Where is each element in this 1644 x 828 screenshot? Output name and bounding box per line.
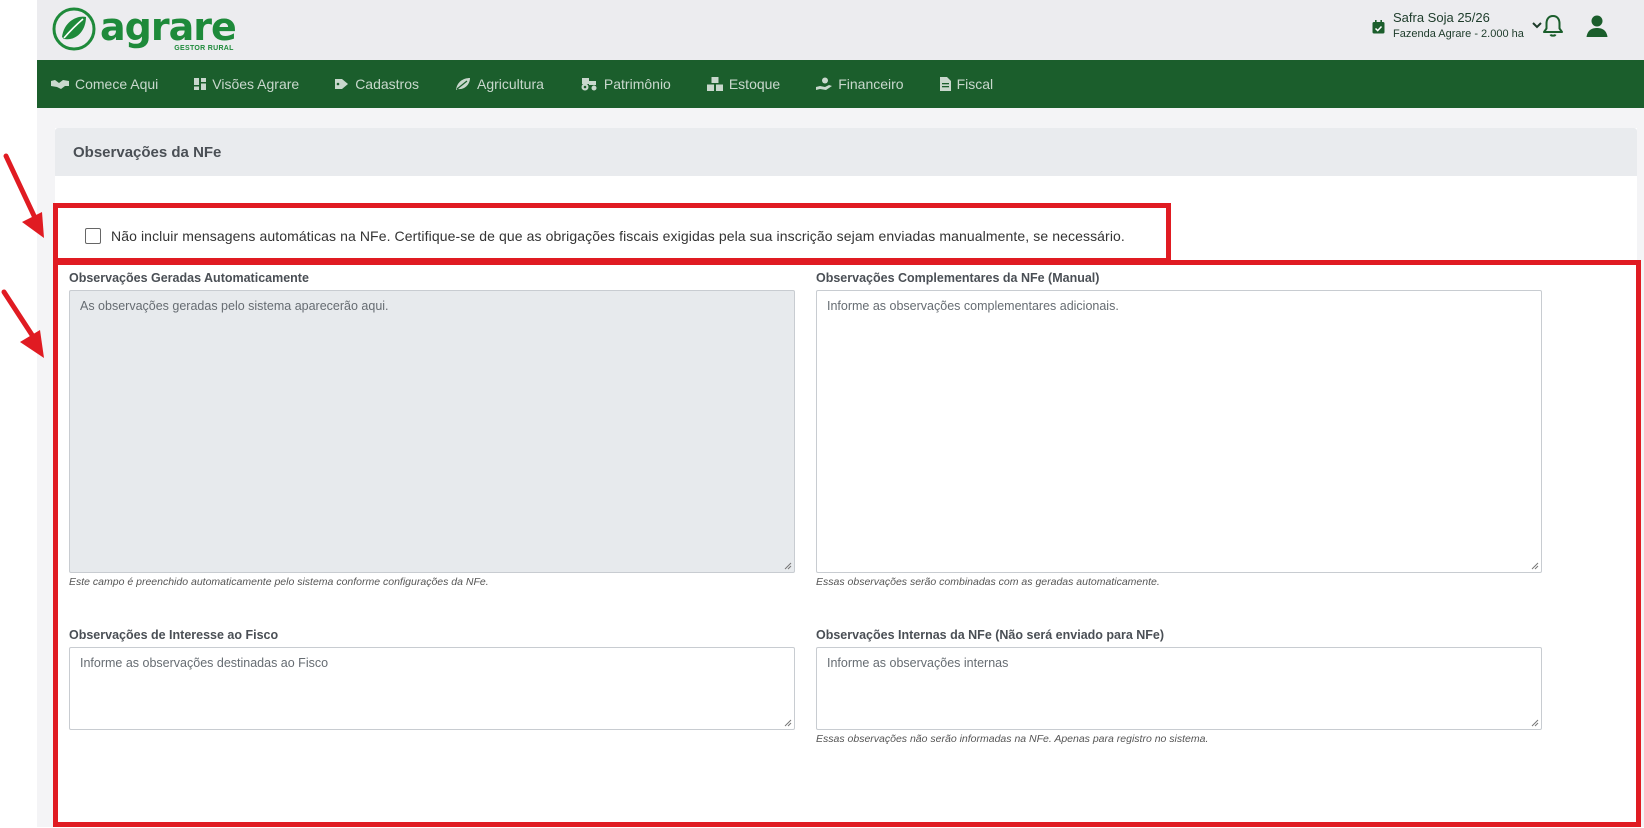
resize-handle-icon[interactable] — [1530, 561, 1539, 570]
auto-observations-textarea: As observações geradas pelo sistema apar… — [69, 290, 795, 573]
logo-word: agrare — [100, 5, 237, 49]
calendar-check-icon — [1372, 20, 1385, 34]
season-name: Safra Soja 25/26 — [1393, 10, 1490, 25]
tag-icon — [335, 79, 349, 89]
resize-handle-icon[interactable] — [1530, 718, 1539, 727]
leaf-icon — [456, 78, 470, 90]
nav-item-comece-aqui[interactable]: Comece Aqui — [51, 76, 158, 92]
card-title: Observações da NFe — [55, 128, 1637, 176]
invoice-icon — [939, 77, 951, 91]
auto-observations-label: Observações Geradas Automaticamente — [69, 271, 309, 285]
complementary-observations-label: Observações Complementares da NFe (Manua… — [816, 271, 1100, 285]
chevron-down-icon — [1532, 22, 1542, 29]
internal-observations-placeholder: Informe as observações internas — [827, 656, 1009, 670]
agrare-logo[interactable]: agrare GESTOR RURAL — [52, 5, 237, 52]
leaf-logo-icon — [52, 7, 96, 51]
complementary-observations-help: Essas observações serão combinadas com a… — [816, 576, 1160, 588]
hand-coin-icon — [816, 77, 833, 90]
nav-item-agricultura[interactable]: Agricultura — [455, 76, 544, 92]
complementary-observations-placeholder: Informe as observações complementares ad… — [827, 299, 1119, 313]
user-avatar-icon[interactable] — [1585, 14, 1609, 38]
no-auto-messages-option[interactable]: Não incluir mensagens automáticas na NFe… — [85, 228, 1125, 244]
nav-item-estoque[interactable]: Estoque — [706, 76, 780, 92]
internal-observations-help: Essas observações não serão informadas n… — [816, 733, 1209, 745]
fisco-observations-placeholder: Informe as observações destinadas ao Fis… — [80, 656, 329, 670]
dashboard-icon — [194, 78, 207, 90]
auto-observations-help: Este campo é preenchido automaticamente … — [69, 576, 489, 588]
no-auto-messages-checkbox[interactable] — [85, 228, 101, 244]
auto-observations-placeholder: As observações geradas pelo sistema apar… — [80, 299, 389, 313]
bell-icon[interactable] — [1542, 14, 1564, 38]
tractor-icon — [581, 78, 597, 91]
app: agrare GESTOR RURAL Safra Soja 25/26 Faz… — [37, 0, 1644, 828]
complementary-observations-textarea[interactable]: Informe as observações complementares ad… — [816, 290, 1542, 573]
farm-name: Fazenda Agrare - 2.000 ha — [1393, 28, 1524, 40]
nav-item-financeiro[interactable]: Financeiro — [816, 76, 904, 92]
logo-subtitle: GESTOR RURAL — [174, 45, 234, 52]
fisco-observations-textarea[interactable]: Informe as observações destinadas ao Fis… — [69, 647, 795, 730]
nav-item-patrimonio[interactable]: Patrimônio — [580, 76, 671, 92]
top-header: agrare GESTOR RURAL Safra Soja 25/26 Faz… — [37, 0, 1644, 60]
nav-item-visoes-agrare[interactable]: Visões Agrare — [194, 76, 299, 92]
boxes-icon — [706, 77, 723, 91]
main-nav: Comece Aqui Visões Agrare Cadastros Agri… — [37, 60, 1644, 108]
nav-item-cadastros[interactable]: Cadastros — [335, 76, 419, 92]
season-selector[interactable]: Safra Soja 25/26 Fazenda Agrare - 2.000 … — [1372, 10, 1542, 42]
fisco-observations-label: Observações de Interesse ao Fisco — [69, 628, 279, 642]
no-auto-messages-label: Não incluir mensagens automáticas na NFe… — [111, 228, 1125, 244]
internal-observations-textarea[interactable]: Informe as observações internas — [816, 647, 1542, 730]
nav-item-fiscal[interactable]: Fiscal — [939, 76, 993, 92]
nfe-observations-card: Observações da NFe Não incluir mensagens… — [55, 128, 1637, 828]
resize-handle-icon[interactable] — [783, 718, 792, 727]
internal-observations-label: Observações Internas da NFe (Não será en… — [816, 628, 1165, 642]
resize-handle-icon — [784, 562, 792, 570]
handshake-icon — [51, 80, 69, 89]
